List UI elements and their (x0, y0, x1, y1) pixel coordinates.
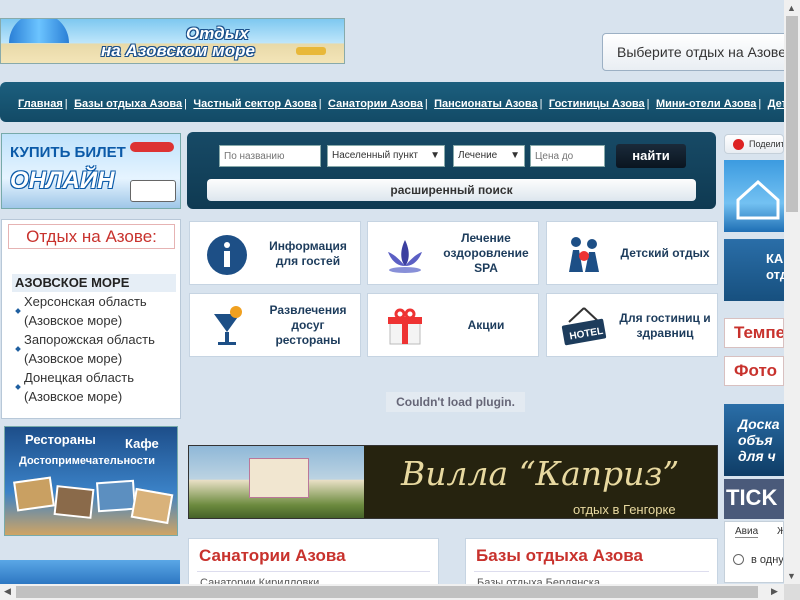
banner-cafe-label: Кафе (125, 436, 159, 451)
one-way-radio[interactable] (733, 554, 744, 565)
regions-box: Отдых на Азове: АЗОВСКОЕ МОРЕ Херсонская… (1, 219, 181, 419)
region-link-zaporozhye[interactable]: Запорожская область (Азовское море) (24, 330, 155, 368)
right-banner-house[interactable] (724, 160, 784, 232)
bullet-icon (15, 308, 21, 314)
share-icon (733, 139, 744, 150)
ticket-line1: КУПИТЬ БИЛЕТ (10, 144, 126, 161)
tile-guest-info[interactable]: Информация для гостей (189, 221, 361, 285)
banner-restaurants-label: Рестораны (25, 432, 96, 447)
section-title[interactable]: Санатории Азова (199, 546, 346, 566)
divider (197, 571, 430, 572)
boat-graphic (296, 47, 326, 55)
divider (474, 571, 709, 572)
tile-entertainment[interactable]: Развлечения досуг рестораны (189, 293, 361, 357)
tile-spa[interactable]: Лечение оздоровление SPA (367, 221, 539, 285)
tile-for-hotels[interactable]: HOTEL Для гостиниц и здравниц (546, 293, 718, 357)
nav-sanatoriums[interactable]: Санатории Азова (328, 98, 423, 110)
scroll-left-icon[interactable]: ◀ (4, 586, 11, 597)
plugin-error-message: Couldn't load plugin. (386, 392, 525, 412)
photo-thumbnail (95, 479, 137, 513)
horizontal-scrollbar[interactable]: ◀ ▶ (0, 584, 784, 600)
bullet-icon (15, 384, 21, 390)
banner-sights-label: Достопримечательности (19, 455, 155, 467)
nav-mini-hotels[interactable]: Мини-отели Азова (656, 98, 756, 110)
buy-ticket-banner[interactable]: КУПИТЬ БИЛЕТ ОНЛАЙН (1, 133, 181, 209)
tile-label: Акции (467, 318, 505, 332)
sky-banner[interactable] (0, 560, 180, 586)
villa-photo (189, 446, 364, 518)
tile-label: Информация для гостей (269, 239, 347, 268)
one-way-label: в одну (751, 554, 784, 566)
chevron-down-icon: ▼ (430, 150, 440, 161)
tab-avia[interactable]: Авиа (735, 526, 759, 538)
main-nav: Главная | Базы отдыха Азова | Частный сект… (0, 82, 784, 122)
tile-kids[interactable]: Детский отдых (546, 221, 718, 285)
lotus-icon (388, 240, 422, 273)
cocktail-icon (214, 306, 242, 345)
nav-home[interactable]: Главная (18, 98, 63, 110)
search-button[interactable]: найти (616, 144, 686, 168)
region-link-donetsk[interactable]: Донецкая область (Азовское море) (24, 368, 134, 406)
section-title[interactable]: Базы отдыха Азова (476, 546, 643, 566)
airplane-icon (130, 142, 174, 152)
nav-private-sector[interactable]: Частный сектор Азова (193, 98, 316, 110)
right-link-temperature[interactable]: Темпе (724, 318, 784, 348)
photo-thumbnail (13, 476, 55, 512)
nav-bases[interactable]: Базы отдыха Азова (74, 98, 182, 110)
vertical-scrollbar[interactable]: ▲ ▼ (784, 0, 800, 584)
price-input[interactable] (530, 145, 605, 167)
villa-building (249, 458, 309, 498)
tile-label: Лечение оздоровление SPA (443, 231, 529, 275)
scroll-up-icon[interactable]: ▲ (787, 3, 796, 13)
photo-thumbnail (130, 487, 174, 525)
tile-label: Для гостиниц и здравниц (619, 311, 711, 340)
region-select[interactable]: Выберите отдых на Азове (602, 33, 792, 71)
right-banner-board[interactable]: Доска объя для ч (724, 404, 784, 476)
ticket-line2: ОНЛАЙН (10, 167, 115, 194)
tile-label: Детский отдых (620, 246, 710, 260)
chevron-down-icon: ▼ (510, 150, 520, 161)
villa-subtitle: отдых в Генгорке (573, 502, 676, 517)
scrollbar-corner (784, 584, 800, 600)
site-logo[interactable]: Отдых на Азовском море (0, 18, 345, 64)
villa-banner[interactable]: Вилла “Каприз” отдых в Генгорке (188, 445, 718, 519)
nav-hotels[interactable]: Гостиницы Азова (549, 98, 645, 110)
logo-line2: на Азовском море (101, 41, 255, 60)
bus-icon (130, 180, 176, 202)
house-icon (736, 179, 780, 220)
search-name-input[interactable] (219, 145, 321, 167)
gift-icon (388, 308, 422, 345)
tile-label: Развлечения досуг рестораны (269, 303, 347, 347)
hotel-sign-icon: HOTEL (561, 307, 607, 346)
photo-thumbnail (53, 485, 95, 519)
right-banner-tickets[interactable]: TICK (724, 479, 784, 519)
nav-kids-camps[interactable]: Детские лагеря Азова (768, 98, 784, 110)
vertical-scroll-thumb[interactable] (786, 16, 798, 212)
tab-rail[interactable]: Ж (777, 526, 783, 537)
advanced-search-button[interactable]: расширенный поиск (207, 179, 696, 201)
scroll-down-icon[interactable]: ▼ (787, 571, 796, 581)
treatment-select[interactable]: Лечение ▼ (453, 145, 525, 167)
tile-promotions[interactable]: Акции (367, 293, 539, 357)
regions-title: Отдых на Азове: (8, 224, 175, 249)
region-link-kherson[interactable]: Херсонская область (Азовское море) (24, 292, 147, 330)
right-banner-2[interactable]: КА отдых (724, 239, 784, 301)
beach-umbrella-graphic (9, 19, 69, 43)
restaurants-banner[interactable]: Рестораны Кафе Достопримечательности (4, 426, 178, 536)
right-link-photo[interactable]: Фото (724, 356, 784, 386)
scroll-right-icon[interactable]: ▶ (771, 586, 778, 597)
locality-select[interactable]: Населенный пункт ▼ (327, 145, 445, 167)
regions-heading: АЗОВСКОЕ МОРЕ (12, 274, 176, 292)
search-panel: Населенный пункт▼ Лечение▼ найти расшире… (187, 132, 716, 209)
nav-boarding-houses[interactable]: Пансионаты Азова (434, 98, 537, 110)
villa-name: Вилла “Каприз” (401, 454, 680, 493)
bullet-icon (15, 346, 21, 352)
ticket-widget: Авиа Ж в одну (724, 521, 784, 583)
children-icon (569, 237, 599, 272)
info-icon (207, 235, 247, 275)
horizontal-scroll-thumb[interactable] (16, 586, 758, 598)
share-button[interactable]: Поделиться (724, 134, 784, 154)
